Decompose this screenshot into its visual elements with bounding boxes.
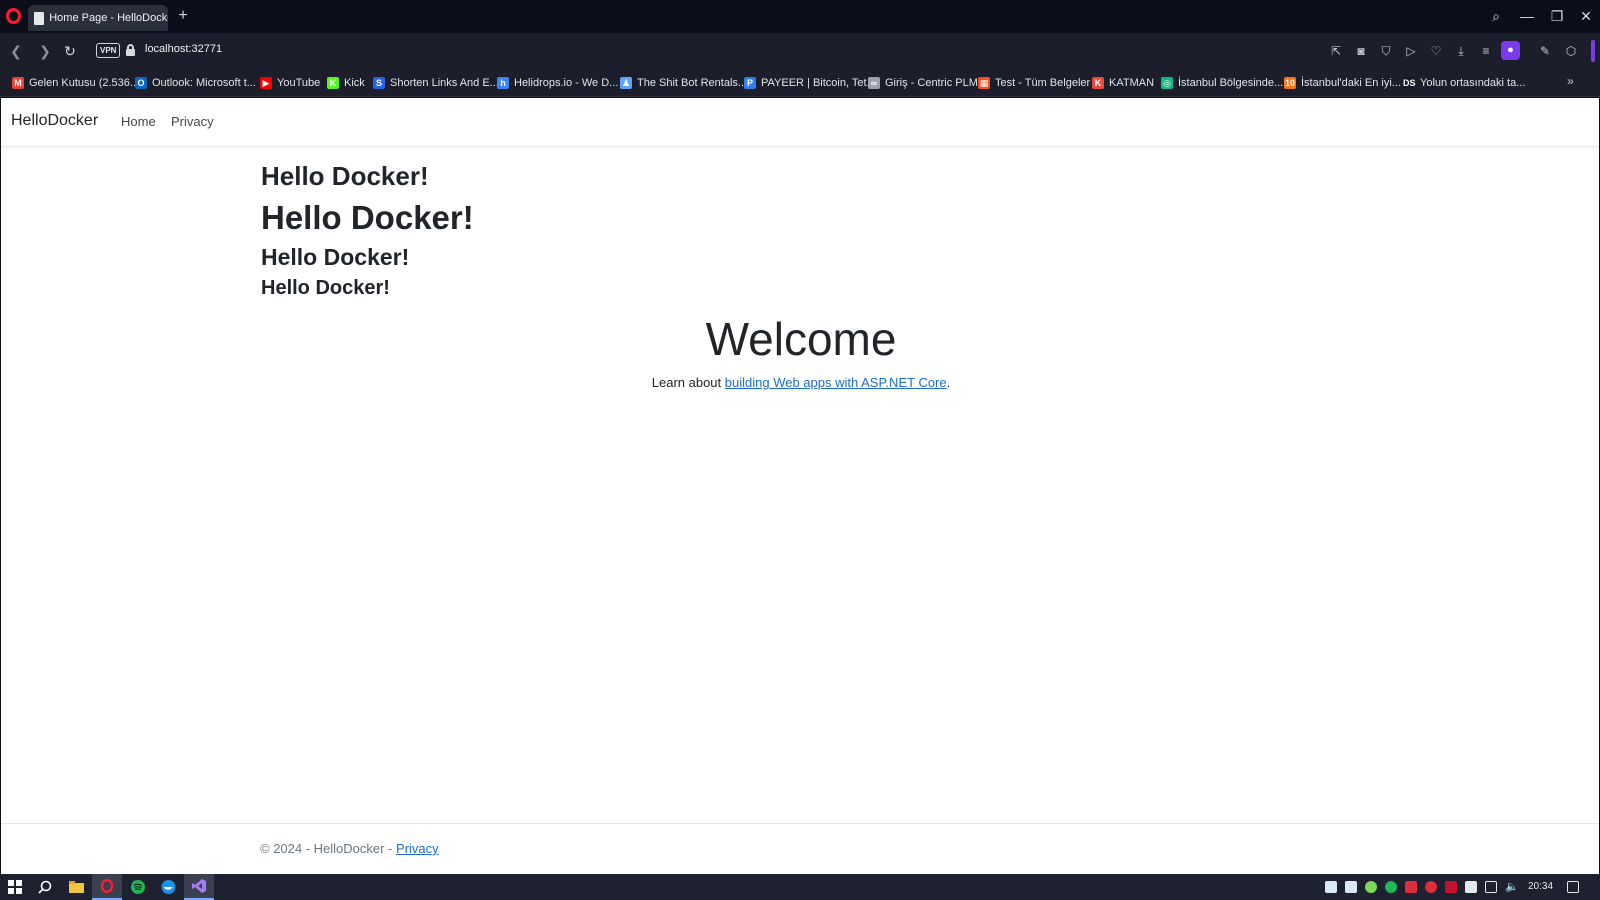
file-explorer-icon[interactable] bbox=[61, 874, 91, 900]
site-brand[interactable]: HelloDocker bbox=[11, 112, 98, 130]
forward-icon[interactable]: ❯ bbox=[35, 41, 55, 61]
page-viewport: HelloDocker Home Privacy Hello Docker! H… bbox=[1, 98, 1599, 874]
learn-suffix: . bbox=[946, 375, 951, 390]
player-icon[interactable]: ▷ bbox=[1402, 42, 1420, 60]
shortener-icon: S bbox=[373, 76, 385, 89]
helidrops-icon: h bbox=[497, 76, 509, 89]
clock[interactable]: 20:34 bbox=[1528, 881, 1553, 892]
notifications-icon[interactable] bbox=[1567, 881, 1579, 893]
heading-4: Hello Docker! bbox=[261, 277, 390, 299]
easy-setup-icon[interactable]: ≡ bbox=[1477, 42, 1495, 60]
bookmark-item[interactable]: ◎ İstanbul Bölgesinde... bbox=[1161, 75, 1283, 90]
browser-titlebar: Home Page - HelloDocker + ⌕ — ❐ ✕ bbox=[0, 0, 1600, 33]
bookmark-item[interactable]: S Shorten Links And E... bbox=[373, 75, 499, 90]
taskbar: 🔈 20:34 bbox=[0, 874, 1600, 900]
lock-icon[interactable] bbox=[126, 44, 135, 56]
shield-icon[interactable]: ⛉ bbox=[1377, 42, 1395, 60]
pdf-tray-icon[interactable] bbox=[1445, 881, 1457, 893]
snapshot-icon[interactable]: ◙ bbox=[1352, 42, 1370, 60]
spotify-icon[interactable] bbox=[123, 874, 153, 900]
site-navbar: HelloDocker Home Privacy bbox=[1, 98, 1599, 147]
heading-1: Hello Docker! bbox=[261, 161, 429, 191]
outlook-icon: O bbox=[135, 76, 147, 89]
bookmark-item[interactable]: ∞ Giriş - Centric PLM bbox=[868, 75, 978, 90]
address-toolbar: ❮ ❯ ↻ VPN localhost:32771 ⇱ ◙ ⛉ ▷ ♡ ⤓ ≡ … bbox=[0, 33, 1600, 68]
heart-icon[interactable]: ♡ bbox=[1427, 42, 1445, 60]
footer-privacy-link[interactable]: Privacy bbox=[396, 841, 439, 856]
sidebar-toggle[interactable] bbox=[1591, 40, 1595, 62]
bookmark-item[interactable]: 10 İstanbul'daki En iyi... bbox=[1284, 75, 1401, 90]
minimize-button[interactable]: — bbox=[1515, 5, 1539, 27]
kick-icon: K bbox=[327, 76, 339, 89]
learn-text: Learn about building Web apps with ASP.N… bbox=[261, 375, 1341, 390]
bot-rentals-icon: ♟ bbox=[620, 76, 632, 89]
bookmark-item[interactable]: M Gelen Kutusu (2.536... bbox=[12, 75, 139, 90]
chat-tray-icon[interactable] bbox=[1425, 881, 1437, 893]
share-icon[interactable]: ⇱ bbox=[1327, 42, 1345, 60]
bookmark-item[interactable]: K Kick bbox=[327, 75, 365, 90]
heading-2: Hello Docker! bbox=[261, 199, 474, 236]
spotify-tray-icon[interactable] bbox=[1385, 881, 1397, 893]
close-window-button[interactable]: ✕ bbox=[1574, 5, 1598, 27]
opera-browser-icon[interactable] bbox=[92, 874, 122, 900]
network-icon[interactable] bbox=[1485, 881, 1497, 893]
learn-prefix: Learn about bbox=[651, 375, 725, 390]
bookmark-item[interactable]: ▦ Test - Tüm Belgeler bbox=[978, 75, 1090, 90]
bookmark-item[interactable]: K KATMAN bbox=[1092, 75, 1154, 90]
youtube-icon: ▶ bbox=[260, 76, 272, 89]
profile-icon[interactable]: ● bbox=[1501, 41, 1520, 60]
page-icon bbox=[34, 11, 45, 25]
katman-icon: K bbox=[1092, 76, 1104, 89]
opera-menu-icon[interactable] bbox=[6, 8, 21, 24]
payeer-icon: P bbox=[744, 76, 756, 89]
reload-icon[interactable]: ↻ bbox=[60, 41, 80, 61]
download-icon[interactable]: ⤓ bbox=[1452, 42, 1470, 60]
bookmark-item[interactable]: ▶ YouTube bbox=[260, 75, 320, 90]
bookmark-item[interactable]: O Outlook: Microsoft t... bbox=[135, 75, 256, 90]
docker-tray-icon-2[interactable] bbox=[1345, 881, 1357, 893]
top10-icon: 10 bbox=[1284, 76, 1296, 89]
footer-text: © 2024 - HelloDocker - Privacy bbox=[260, 841, 439, 856]
search-tabs-icon[interactable]: ⌕ bbox=[1484, 5, 1508, 27]
docker-desktop-icon[interactable] bbox=[153, 874, 183, 900]
nav-link-privacy[interactable]: Privacy bbox=[171, 114, 214, 129]
restore-button[interactable]: ❐ bbox=[1545, 5, 1569, 27]
update-tray-icon[interactable] bbox=[1365, 881, 1377, 893]
centric-icon: ∞ bbox=[868, 76, 880, 89]
extension-icon[interactable]: ✎ bbox=[1536, 42, 1554, 60]
cube-icon[interactable]: ⬡ bbox=[1562, 42, 1580, 60]
tripadvisor-icon: ◎ bbox=[1161, 76, 1173, 89]
bookmark-item[interactable]: DS Yolun ortasındaki ta... bbox=[1403, 75, 1525, 90]
gmail-icon: M bbox=[12, 76, 24, 89]
visual-studio-icon[interactable] bbox=[184, 874, 214, 900]
volume-icon[interactable]: 🔈 bbox=[1505, 881, 1519, 893]
search-icon[interactable] bbox=[30, 874, 60, 900]
docker-tray-icon[interactable] bbox=[1325, 881, 1337, 893]
heading-3: Hello Docker! bbox=[261, 244, 410, 270]
bookmark-item[interactable]: P PAYEER | Bitcoin, Tet... bbox=[744, 75, 876, 90]
new-tab-button[interactable]: + bbox=[174, 7, 192, 25]
tab-title: Home Page - HelloDocker bbox=[49, 12, 168, 24]
url-field[interactable]: localhost:32771 bbox=[145, 43, 222, 55]
copyright-text: © 2024 - HelloDocker - bbox=[260, 841, 397, 856]
bookmark-item[interactable]: h Helidrops.io - We D... bbox=[497, 75, 618, 90]
antivirus-tray-icon[interactable] bbox=[1405, 881, 1417, 893]
windows-start-icon[interactable] bbox=[0, 874, 30, 900]
browser-tab-active[interactable]: Home Page - HelloDocker bbox=[28, 5, 168, 31]
ds-icon: DS bbox=[1403, 76, 1416, 89]
security-tray-icon[interactable] bbox=[1465, 881, 1477, 893]
bookmarks-bar: M Gelen Kutusu (2.536... O Outlook: Micros… bbox=[0, 68, 1600, 97]
vpn-badge[interactable]: VPN bbox=[96, 43, 121, 58]
aspnet-docs-link[interactable]: building Web apps with ASP.NET Core bbox=[725, 375, 947, 390]
nav-link-home[interactable]: Home bbox=[121, 114, 156, 129]
welcome-title: Welcome bbox=[705, 313, 897, 365]
back-icon[interactable]: ❮ bbox=[6, 41, 26, 61]
site-footer: © 2024 - HelloDocker - Privacy bbox=[1, 823, 1599, 874]
bookmark-item[interactable]: ♟ The Shit Bot Rentals... bbox=[620, 75, 747, 90]
microsoft-icon: ▦ bbox=[978, 76, 990, 89]
bookmarks-overflow-icon[interactable]: » bbox=[1567, 74, 1574, 88]
